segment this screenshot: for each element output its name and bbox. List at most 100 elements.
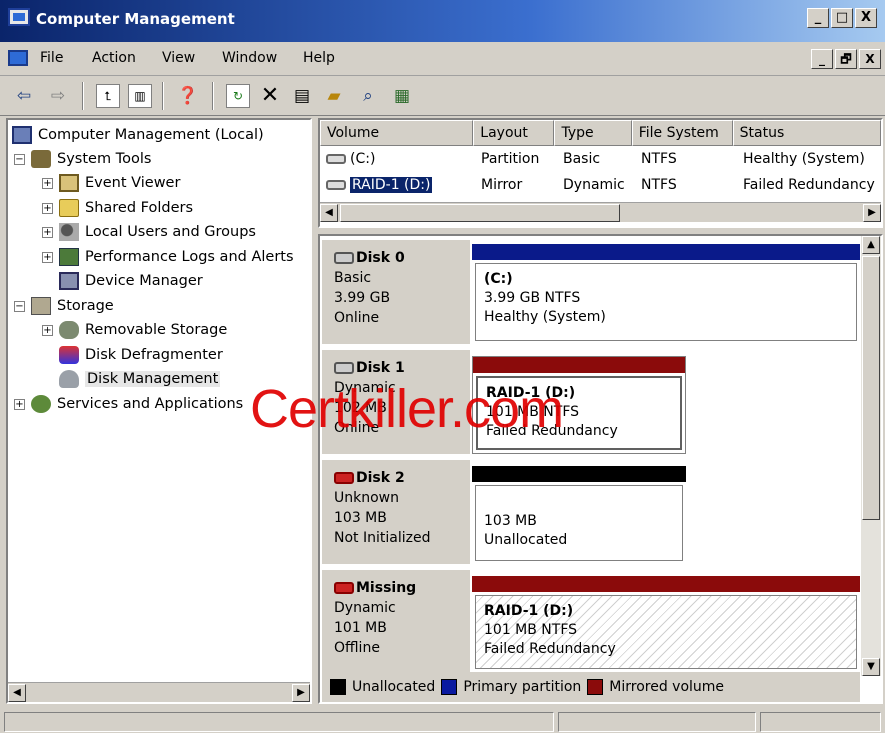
- disk-vertical-scrollbar[interactable]: ▲ ▼: [861, 236, 881, 676]
- disk-0-info[interactable]: Disk 0 Basic 3.99 GB Online: [322, 240, 470, 344]
- table-row[interactable]: RAID-1 (D:) Mirror Dynamic NTFS Failed R…: [320, 173, 881, 199]
- expand-icon[interactable]: +: [42, 324, 53, 336]
- delete-icon[interactable]: ✕: [258, 84, 282, 108]
- partition-c[interactable]: (C:) 3.99 GB NTFS Healthy (System): [472, 244, 860, 344]
- volume-layout: Mirror: [481, 177, 523, 193]
- volume-name: (C:): [350, 151, 376, 167]
- volume-horizontal-scrollbar[interactable]: ◀ ▶: [320, 202, 881, 222]
- disk-missing-icon: [334, 582, 354, 594]
- status-cell: [4, 712, 554, 732]
- mdi-close-button[interactable]: X: [859, 49, 881, 69]
- tree-item-removable-storage[interactable]: + Removable Storage: [42, 319, 227, 341]
- expand-icon[interactable]: +: [42, 251, 53, 263]
- services-icon: [31, 395, 51, 413]
- tree-horizontal-scrollbar[interactable]: ◀ ▶: [8, 682, 310, 702]
- column-header-type[interactable]: Type: [554, 120, 632, 146]
- table-row[interactable]: (C:) Partition Basic NTFS Healthy (Syste…: [320, 147, 881, 173]
- refresh-icon[interactable]: ↻: [226, 84, 250, 108]
- scroll-left-icon[interactable]: ◀: [8, 684, 26, 702]
- disk-map: Disk 0 Basic 3.99 GB Online (C:) 3.99 GB…: [318, 234, 883, 704]
- tree-item-system-tools[interactable]: − System Tools: [14, 148, 151, 170]
- tree-item-label: Performance Logs and Alerts: [85, 249, 294, 265]
- disk-icon: [334, 252, 354, 264]
- tree-item-label: Computer Management (Local): [38, 127, 264, 143]
- tree-item-storage[interactable]: − Storage: [14, 295, 114, 317]
- close-button[interactable]: X: [855, 8, 877, 28]
- open-icon[interactable]: ▰: [322, 84, 346, 108]
- scroll-left-icon[interactable]: ◀: [320, 204, 338, 222]
- partition-unallocated[interactable]: 103 MB Unallocated: [472, 466, 686, 564]
- collapse-icon[interactable]: −: [14, 300, 25, 312]
- disk-type: Basic: [334, 270, 372, 286]
- computer-icon: [12, 126, 32, 144]
- users-icon: [59, 223, 79, 241]
- minimize-button[interactable]: _: [807, 8, 829, 28]
- properties-icon[interactable]: ▤: [290, 84, 314, 108]
- menu-file[interactable]: File: [40, 50, 63, 66]
- tree-item-computer-management[interactable]: Computer Management (Local): [12, 124, 264, 146]
- disk-icon: [334, 362, 354, 374]
- tree-item-label: Local Users and Groups: [85, 224, 256, 240]
- mdi-restore-button[interactable]: 🗗: [835, 49, 857, 69]
- up-folder-icon[interactable]: ⮤: [96, 84, 120, 108]
- scroll-thumb[interactable]: [340, 204, 620, 222]
- tree-item-shared-folders[interactable]: + Shared Folders: [42, 197, 193, 219]
- tree-item-disk-defragmenter[interactable]: Disk Defragmenter: [59, 344, 223, 366]
- scroll-right-icon[interactable]: ▶: [863, 204, 881, 222]
- tree-item-label: Disk Defragmenter: [85, 347, 223, 363]
- window-controls: _ □ X: [807, 8, 877, 28]
- disk-2-info[interactable]: Disk 2 Unknown 103 MB Not Initialized: [322, 460, 470, 564]
- removable-storage-icon: [59, 321, 79, 339]
- scroll-right-icon[interactable]: ▶: [292, 684, 310, 702]
- scroll-up-icon[interactable]: ▲: [862, 236, 880, 254]
- tree-item-performance-logs[interactable]: + Performance Logs and Alerts: [42, 246, 294, 268]
- menu-view[interactable]: View: [162, 50, 195, 66]
- scroll-down-icon[interactable]: ▼: [862, 658, 880, 676]
- shared-folder-icon: [59, 199, 79, 217]
- menu-action[interactable]: Action: [92, 50, 136, 66]
- partition-raid-missing[interactable]: RAID-1 (D:) 101 MB NTFS Failed Redundanc…: [472, 576, 860, 672]
- column-header-status[interactable]: Status: [732, 120, 881, 146]
- collapse-icon[interactable]: −: [14, 153, 25, 165]
- volume-name: RAID-1 (D:): [350, 177, 433, 193]
- event-viewer-icon: [59, 174, 79, 192]
- column-header-volume[interactable]: Volume: [320, 120, 474, 146]
- disk-name: Missing: [356, 580, 417, 596]
- window-title: Computer Management: [36, 10, 235, 28]
- disk-status: Offline: [334, 640, 380, 656]
- volume-file-system: NTFS: [641, 177, 677, 193]
- tree-item-local-users-and-groups[interactable]: + Local Users and Groups: [42, 221, 256, 243]
- document-icon[interactable]: [8, 50, 28, 66]
- forward-icon[interactable]: ⇨: [46, 84, 70, 108]
- legend-label: Primary partition: [463, 679, 582, 695]
- search-icon[interactable]: ⌕: [356, 84, 380, 108]
- show-hide-tree-icon[interactable]: ▥: [128, 84, 152, 108]
- menu-window[interactable]: Window: [222, 50, 277, 66]
- expand-icon[interactable]: +: [42, 226, 53, 238]
- expand-icon[interactable]: +: [14, 398, 25, 410]
- tree-item-event-viewer[interactable]: + Event Viewer: [42, 172, 180, 194]
- disk-management-icon: [59, 370, 79, 388]
- status-cell: [760, 712, 881, 732]
- mdi-minimize-button[interactable]: _: [811, 49, 833, 69]
- disk-name: Disk 2: [356, 470, 405, 486]
- expand-icon[interactable]: +: [42, 202, 53, 214]
- expand-icon[interactable]: +: [42, 177, 53, 189]
- defrag-icon: [59, 346, 79, 364]
- scroll-thumb[interactable]: [862, 256, 880, 520]
- settings-icon[interactable]: ▦: [390, 84, 414, 108]
- tree-item-label: System Tools: [57, 151, 152, 167]
- partition-size: 103 MB: [484, 513, 537, 529]
- disk-size: 3.99 GB: [334, 290, 391, 306]
- maximize-button[interactable]: □: [831, 8, 853, 28]
- missing-disk-info[interactable]: Missing Dynamic 101 MB Offline: [322, 570, 470, 674]
- column-header-layout[interactable]: Layout: [473, 120, 555, 146]
- back-icon[interactable]: ⇦: [12, 84, 36, 108]
- tree-item-disk-management[interactable]: Disk Management: [59, 368, 221, 390]
- disk-name: Disk 0: [356, 250, 405, 266]
- tree-item-device-manager[interactable]: Device Manager: [59, 270, 203, 292]
- help-icon[interactable]: ❓: [176, 84, 200, 108]
- menu-help[interactable]: Help: [303, 50, 335, 66]
- tree-item-services-and-applications[interactable]: + Services and Applications: [14, 393, 243, 415]
- column-header-file-system[interactable]: File System: [631, 120, 733, 146]
